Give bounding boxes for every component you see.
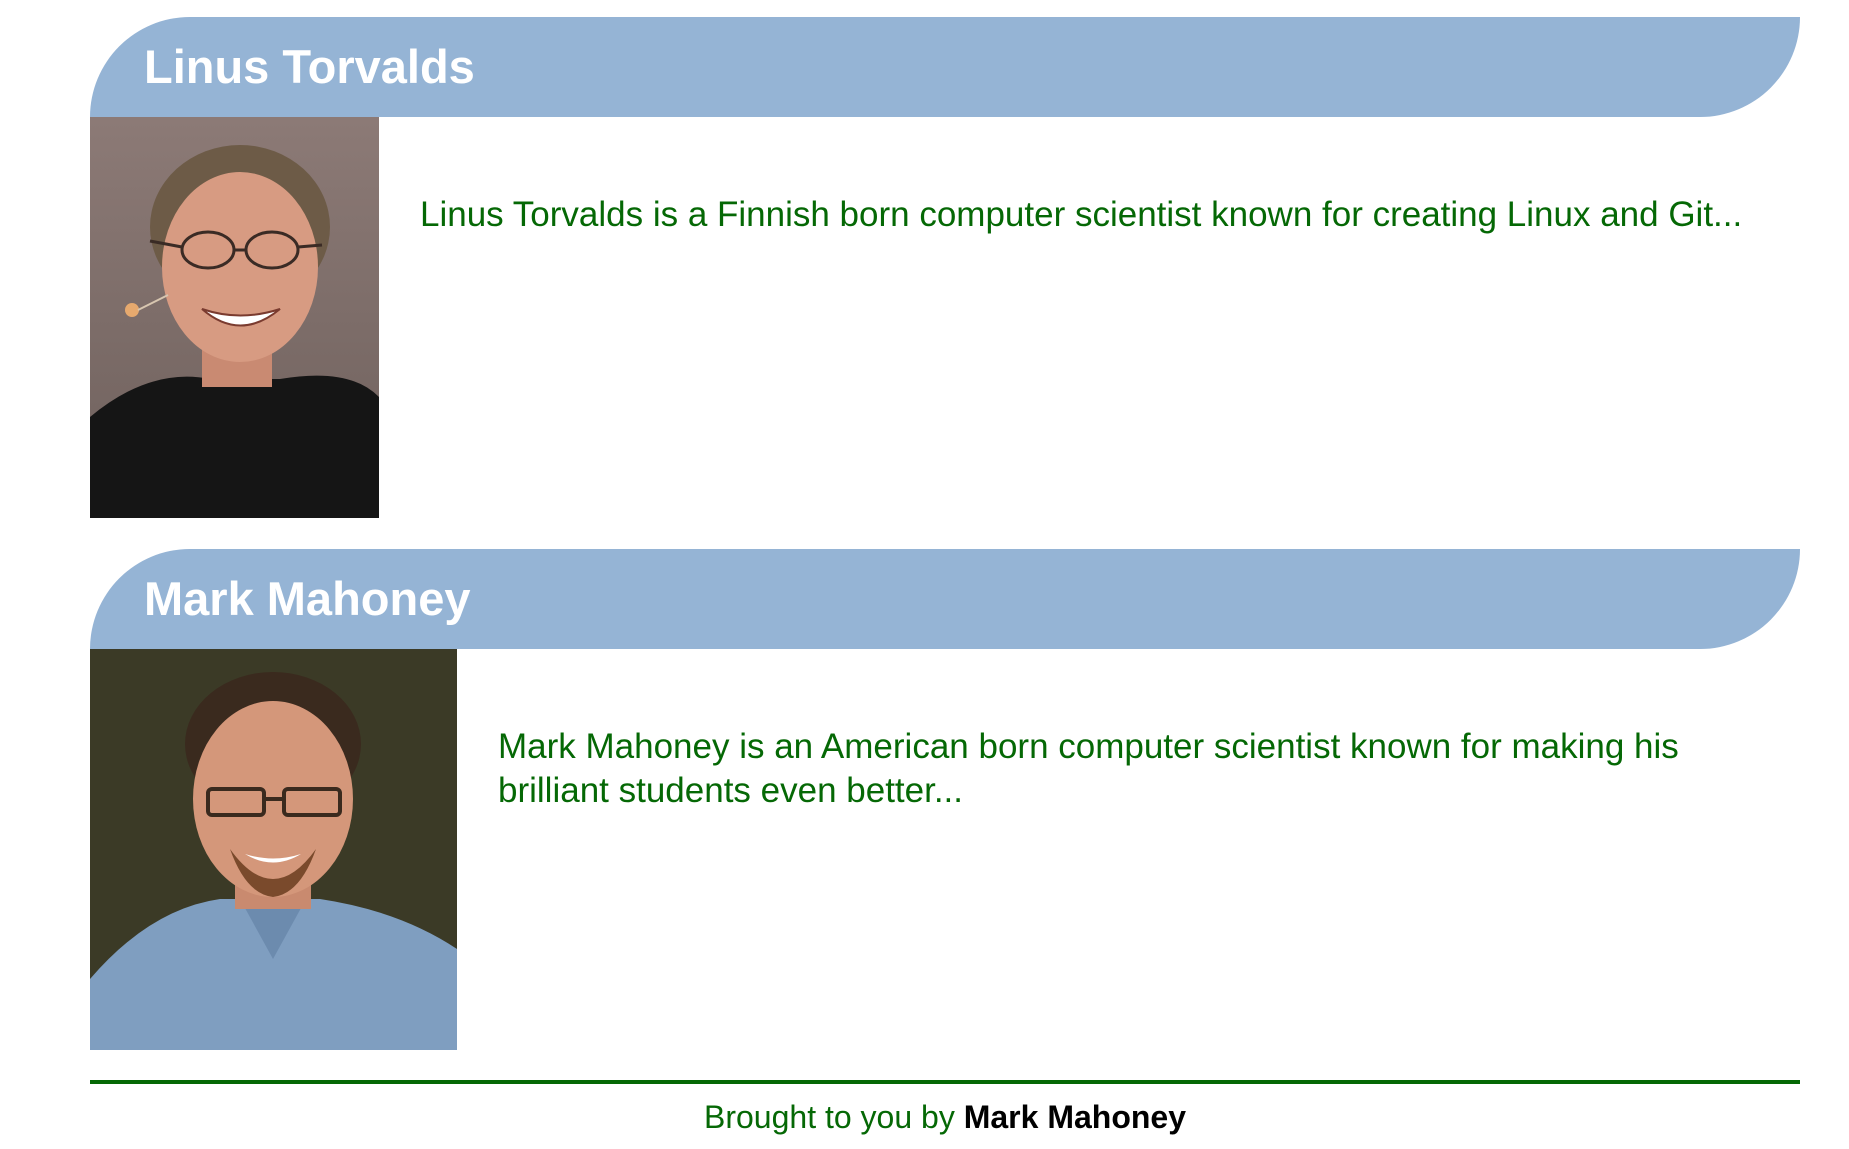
person-bio: Linus Torvalds is a Finnish born compute… — [420, 195, 1743, 234]
card-body: Linus Torvalds is a Finnish born compute… — [90, 117, 1800, 518]
person-card: Mark Mahoney Mark Mahoney is an American… — [90, 549, 1800, 1050]
card-header: Linus Torvalds — [90, 17, 1800, 117]
person-name: Linus Torvalds — [144, 40, 475, 93]
footer-prefix: Brought to you by — [704, 1099, 955, 1135]
page: Linus Torvalds Linus Torvalds is a Finni… — [0, 0, 1849, 1149]
person-name: Mark Mahoney — [144, 572, 471, 625]
person-photo — [90, 649, 457, 1050]
card-header: Mark Mahoney — [90, 549, 1800, 649]
card-body: Mark Mahoney is an American born compute… — [90, 649, 1800, 1050]
person-photo — [90, 117, 379, 518]
footer-author: Mark Mahoney — [963, 1099, 1186, 1135]
footer-divider — [90, 1080, 1800, 1084]
person-bio: Mark Mahoney is an American born compute… — [498, 727, 1679, 810]
person-card: Linus Torvalds Linus Torvalds is a Finni… — [90, 17, 1800, 518]
footer: Brought to you by Mark Mahoney — [90, 1099, 1800, 1136]
